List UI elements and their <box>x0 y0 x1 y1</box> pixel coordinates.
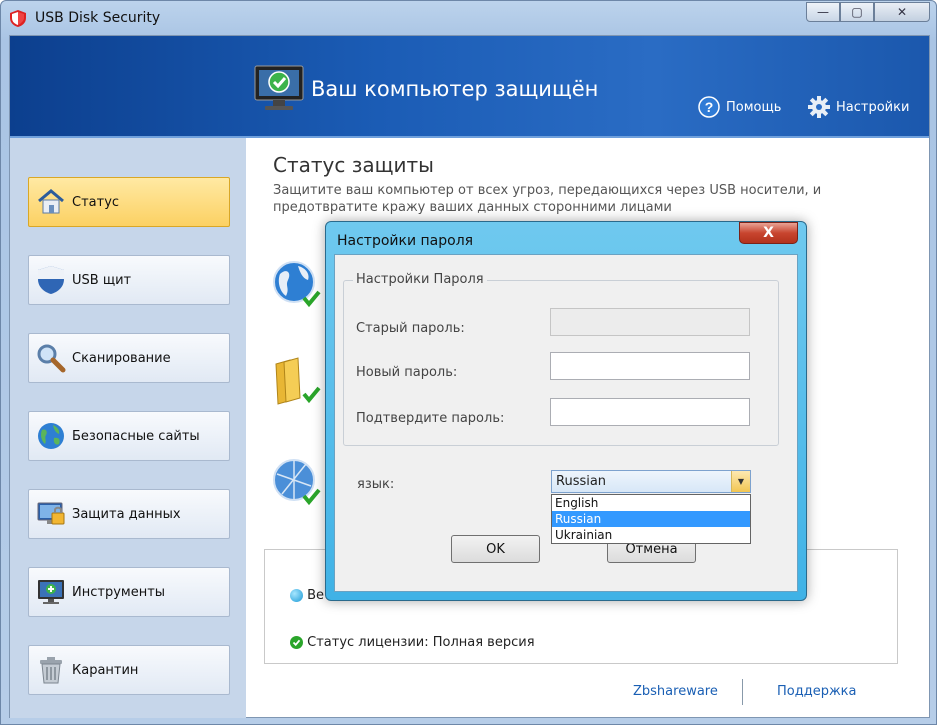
sidebar-item-tools[interactable]: Инструменты <box>28 567 230 617</box>
sidebar-item-label: Карантин <box>72 662 139 678</box>
old-password-field[interactable] <box>550 308 750 336</box>
language-label: язык: <box>357 477 395 492</box>
monitor-check-icon <box>254 65 304 110</box>
language-dropdown-list: English Russian Ukrainian <box>551 494 751 544</box>
chevron-down-icon[interactable]: ▼ <box>731 471 750 492</box>
info-dot-icon <box>290 589 303 602</box>
license-line: Статус лицензии: Полная версия <box>290 635 535 650</box>
confirm-password-field[interactable] <box>550 398 750 426</box>
password-settings-dialog: Настройки пароля X Настройки Пароля Стар… <box>325 221 807 601</box>
language-select[interactable]: Russian ▼ <box>551 470 751 493</box>
header-banner: Ваш компьютер защищён ? Помощь Настройки <box>10 36 929 138</box>
language-option-ukrainian[interactable]: Ukrainian <box>552 527 750 543</box>
shield-logo-icon <box>10 10 26 27</box>
zbshareware-link[interactable]: Zbshareware <box>633 684 718 699</box>
language-option-english[interactable]: English <box>552 495 750 511</box>
new-password-field[interactable] <box>550 352 750 380</box>
sidebar-item-label: Безопасные сайты <box>72 428 200 444</box>
version-line: Ве <box>290 588 324 603</box>
magnifier-icon <box>37 344 66 373</box>
footer-divider <box>742 679 743 705</box>
password-group: Настройки Пароля Старый пароль: Новый па… <box>343 272 779 446</box>
sidebar-item-label: Статус <box>72 194 120 210</box>
protection-status-title: Ваш компьютер защищён <box>311 77 599 101</box>
sidebar-item-safe-sites[interactable]: Безопасные сайты <box>28 411 230 461</box>
sidebar-item-scan[interactable]: Сканирование <box>28 333 230 383</box>
window-title: USB Disk Security <box>35 10 161 26</box>
sidebar-item-usb-shield[interactable]: USB щит <box>28 255 230 305</box>
sidebar-item-label: Защита данных <box>72 506 181 522</box>
sidebar-item-label: Инструменты <box>72 584 166 600</box>
sidebar-item-quarantine[interactable]: Карантин <box>28 645 230 695</box>
new-password-label: Новый пароль: <box>356 365 458 380</box>
minimize-button[interactable]: — <box>806 2 840 22</box>
trash-icon <box>40 657 62 684</box>
globe-icon <box>38 423 64 449</box>
network-globe-check-icon <box>273 459 321 506</box>
version-text: Ве <box>307 588 325 603</box>
sidebar-item-status[interactable]: Статус <box>28 177 230 227</box>
help-label: Помощь <box>726 99 782 115</box>
language-option-russian[interactable]: Russian <box>552 511 750 527</box>
help-icon: ? <box>698 96 720 118</box>
svg-text:?: ? <box>705 99 714 115</box>
shield-icon <box>38 266 64 294</box>
sidebar-item-data-protection[interactable]: Защита данных <box>28 489 230 539</box>
sidebar-item-label: Сканирование <box>72 350 171 366</box>
globe-check-icon <box>273 261 321 308</box>
maximize-button[interactable]: ▢ <box>840 2 874 22</box>
close-button[interactable]: ✕ <box>874 2 930 22</box>
settings-link[interactable]: Настройки <box>808 96 909 118</box>
settings-label: Настройки <box>836 99 910 115</box>
page-description: Защитите ваш компьютер от всех угроз, пе… <box>273 183 822 215</box>
house-icon <box>38 189 64 214</box>
ok-button[interactable]: OK <box>451 535 540 563</box>
group-title: Настройки Пароля <box>353 272 487 287</box>
tools-monitor-icon <box>38 580 64 604</box>
data-protection-icon <box>37 502 65 525</box>
folder-check-icon <box>275 357 321 405</box>
language-selected-value: Russian <box>556 474 607 489</box>
sidebar-item-label: USB щит <box>72 272 132 288</box>
old-password-label: Старый пароль: <box>356 321 465 336</box>
support-link[interactable]: Поддержка <box>777 684 857 699</box>
check-circle-icon <box>290 636 303 649</box>
dialog-title: Настройки пароля <box>337 233 474 249</box>
confirm-password-label: Подтвердите пароль: <box>356 411 505 426</box>
license-status: Статус лицензии: Полная версия <box>307 635 535 650</box>
sidebar: Статус USB щит Сканирование Безопасные с… <box>10 138 246 718</box>
page-title: Статус защиты <box>273 153 434 177</box>
dialog-body: Настройки Пароля Старый пароль: Новый па… <box>334 254 798 592</box>
gear-icon <box>808 96 830 118</box>
help-link[interactable]: ? Помощь <box>698 96 781 118</box>
title-bar[interactable]: USB Disk Security — ▢ ✕ <box>1 1 936 35</box>
dialog-close-button[interactable]: X <box>739 222 798 244</box>
